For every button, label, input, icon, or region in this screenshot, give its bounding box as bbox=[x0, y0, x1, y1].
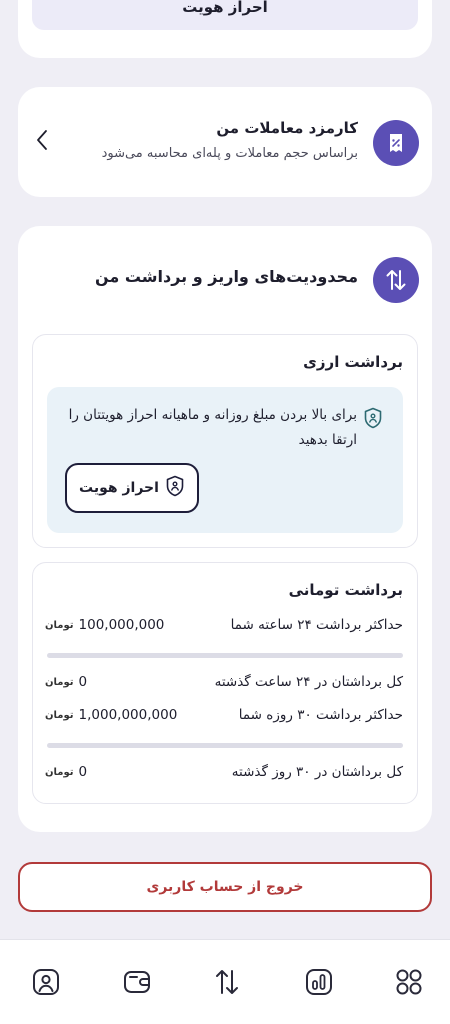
amount: 0 bbox=[78, 764, 88, 780]
trading-fee-card[interactable]: کارمزد معاملات من براساس حجم معاملات و پ… bbox=[18, 87, 432, 197]
limit-label: کل برداشتان در ۳۰ روز گذشته bbox=[231, 764, 403, 780]
verify-identity-button[interactable]: احراز هویت bbox=[32, 0, 418, 30]
verify-button-label: احراز هویت bbox=[79, 480, 159, 496]
shield-badge-icon bbox=[363, 407, 383, 433]
fee-card-title: کارمزد معاملات من bbox=[216, 119, 358, 137]
limit-value: تومان 0 bbox=[45, 764, 87, 780]
arrows-up-down-icon bbox=[373, 257, 419, 303]
currency-unit: تومان bbox=[45, 709, 74, 721]
limit-value: تومان 100,000,000 bbox=[45, 617, 164, 633]
amount: 1,000,000,000 bbox=[78, 707, 178, 723]
monthly-usage-bar bbox=[47, 743, 403, 748]
wallet-icon[interactable] bbox=[122, 967, 152, 997]
limit-label: حداکثر برداشت ۳۰ روزه شما bbox=[238, 707, 403, 723]
profile-icon[interactable] bbox=[31, 967, 61, 997]
daily-usage-bar bbox=[47, 653, 403, 658]
limits-card: محدودیت‌های واریز و برداشت من برداشت ارز… bbox=[18, 226, 432, 832]
currency-unit: تومان bbox=[45, 676, 74, 688]
limit-row: کل برداشتان در ۲۴ ساعت گذشته تومان 0 bbox=[45, 672, 403, 694]
amount: 0 bbox=[78, 674, 88, 690]
alert-text: برای بالا بردن مبلغ روزانه و ماهیانه احر… bbox=[68, 407, 357, 448]
verify-identity-button[interactable]: احراز هویت bbox=[65, 463, 199, 513]
currency-unit: تومان bbox=[45, 619, 74, 631]
upgrade-alert: برای بالا بردن مبلغ روزانه و ماهیانه احر… bbox=[47, 387, 403, 533]
limits-title: محدودیت‌های واریز و برداشت من bbox=[94, 267, 358, 286]
limit-value: تومان 1,000,000,000 bbox=[45, 707, 177, 723]
fx-withdrawal-title: برداشت ارزی bbox=[303, 353, 403, 371]
fx-withdrawal-section: برداشت ارزی برای بالا بردن مبلغ روزانه و… bbox=[32, 334, 418, 548]
shield-user-icon bbox=[165, 475, 185, 501]
receipt-percent-icon bbox=[373, 120, 419, 166]
amount: 100,000,000 bbox=[78, 617, 165, 633]
chevron-left-icon[interactable] bbox=[36, 129, 48, 155]
apps-grid-icon[interactable] bbox=[394, 967, 424, 997]
fee-card-subtitle: براساس حجم معاملات و پله‌ای محاسبه می‌شو… bbox=[101, 146, 358, 161]
limit-label: حداکثر برداشت ۲۴ ساعته شما bbox=[230, 617, 403, 633]
limit-label: کل برداشتان در ۲۴ ساعت گذشته bbox=[214, 674, 403, 690]
chart-icon[interactable] bbox=[304, 967, 334, 997]
identity-card: احراز هویت bbox=[18, 0, 432, 58]
transfer-icon[interactable] bbox=[212, 967, 242, 997]
toman-withdrawal-section: برداشت تومانی حداکثر برداشت ۲۴ ساعته شما… bbox=[32, 562, 418, 804]
limit-row: حداکثر برداشت ۳۰ روزه شما تومان 1,000,00… bbox=[45, 705, 403, 727]
limit-row: کل برداشتان در ۳۰ روز گذشته تومان 0 bbox=[45, 762, 403, 784]
toman-withdrawal-title: برداشت تومانی bbox=[288, 581, 403, 599]
currency-unit: تومان bbox=[45, 766, 74, 778]
limit-value: تومان 0 bbox=[45, 674, 87, 690]
logout-button[interactable]: خروج از حساب کاربری bbox=[18, 862, 432, 912]
bottom-nav bbox=[0, 939, 450, 1024]
limit-row: حداکثر برداشت ۲۴ ساعته شما تومان 100,000… bbox=[45, 615, 403, 637]
